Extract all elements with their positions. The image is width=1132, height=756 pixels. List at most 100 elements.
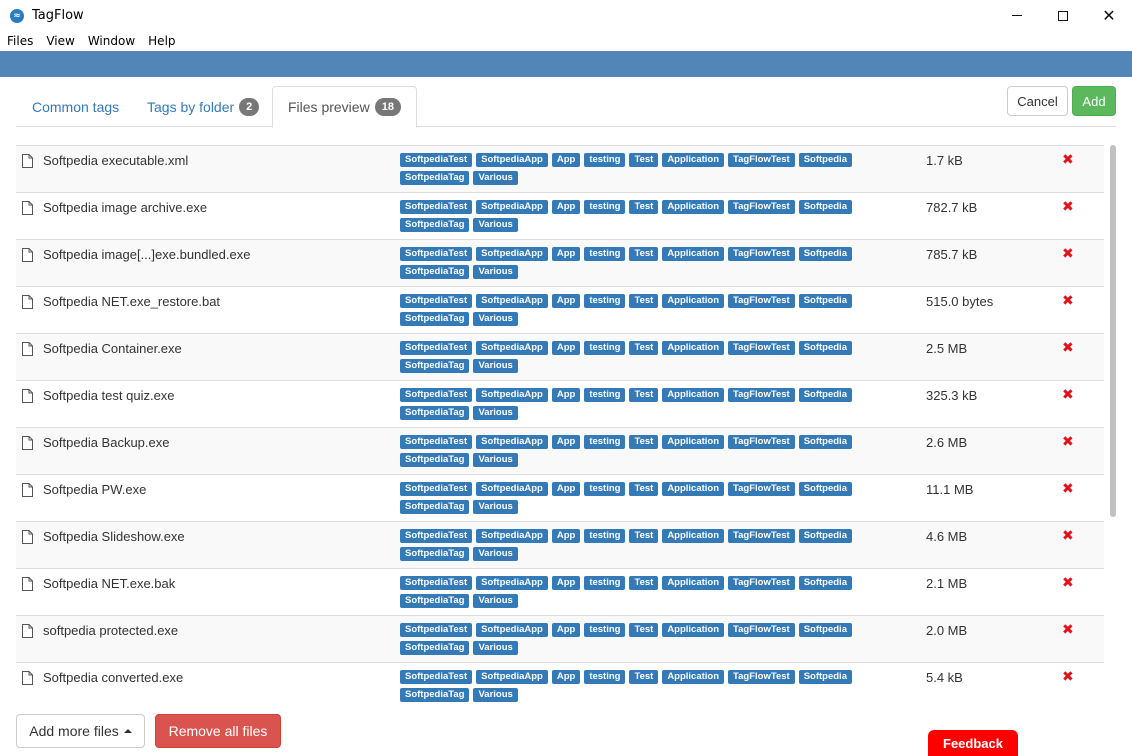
tag-label[interactable]: SoftpediaApp (476, 435, 548, 449)
scrollbar[interactable] (1108, 145, 1118, 705)
menu-files[interactable]: Files (7, 34, 33, 48)
tag-label[interactable]: Test (629, 247, 659, 261)
tag-label[interactable]: SoftpediaTag (400, 312, 470, 326)
tag-label[interactable]: SoftpediaTest (400, 153, 473, 167)
add-button[interactable]: Add (1072, 86, 1116, 116)
tag-label[interactable]: Test (629, 435, 659, 449)
tag-label[interactable]: testing (584, 294, 626, 308)
tag-label[interactable]: testing (584, 247, 626, 261)
tag-label[interactable]: App (551, 200, 581, 214)
tag-label[interactable]: Application (662, 341, 725, 355)
tag-label[interactable]: SoftpediaTest (400, 623, 473, 637)
tag-label[interactable]: testing (584, 623, 626, 637)
remove-file-icon[interactable]: ✖ (1062, 340, 1074, 356)
remove-file-icon[interactable]: ✖ (1062, 528, 1074, 544)
tag-label[interactable]: SoftpediaTest (400, 200, 473, 214)
tag-label[interactable]: Application (662, 294, 725, 308)
remove-file-icon[interactable]: ✖ (1062, 246, 1074, 262)
tag-label[interactable]: TagFlowTest (728, 294, 795, 308)
tag-label[interactable]: SoftpediaTag (400, 265, 470, 279)
tag-label[interactable]: Test (629, 529, 659, 543)
tag-label[interactable]: testing (584, 200, 626, 214)
tag-label[interactable]: App (551, 435, 581, 449)
remove-file-icon[interactable]: ✖ (1062, 387, 1074, 403)
tag-label[interactable]: Softpedia (798, 623, 852, 637)
tag-label[interactable]: App (551, 529, 581, 543)
tag-label[interactable]: SoftpediaTest (400, 294, 473, 308)
tag-label[interactable]: Softpedia (798, 247, 852, 261)
tag-label[interactable]: Test (629, 388, 659, 402)
remove-file-icon[interactable]: ✖ (1062, 199, 1074, 215)
menu-view[interactable]: View (46, 34, 74, 48)
tag-label[interactable]: SoftpediaApp (476, 200, 548, 214)
tag-label[interactable]: TagFlowTest (728, 153, 795, 167)
tag-label[interactable]: SoftpediaApp (476, 529, 548, 543)
tag-label[interactable]: Test (629, 153, 659, 167)
tag-label[interactable]: testing (584, 341, 626, 355)
tab-common-tags[interactable]: Common tags (17, 86, 134, 127)
tag-label[interactable]: Various (473, 312, 518, 326)
tag-label[interactable]: Softpedia (798, 435, 852, 449)
tag-label[interactable]: SoftpediaTag (400, 406, 470, 420)
tag-label[interactable]: Application (662, 200, 725, 214)
tag-label[interactable]: Application (662, 153, 725, 167)
tag-label[interactable]: SoftpediaTest (400, 529, 473, 543)
tag-label[interactable]: SoftpediaTest (400, 247, 473, 261)
tag-label[interactable]: App (551, 482, 581, 496)
tag-label[interactable]: Various (473, 547, 518, 561)
tag-label[interactable]: Application (662, 435, 725, 449)
tag-label[interactable]: Softpedia (798, 341, 852, 355)
cancel-button[interactable]: Cancel (1007, 86, 1068, 116)
tag-label[interactable]: Various (473, 265, 518, 279)
scrollbar-thumb[interactable] (1110, 145, 1116, 517)
tag-label[interactable]: Various (473, 453, 518, 467)
remove-file-icon[interactable]: ✖ (1062, 152, 1074, 168)
tag-label[interactable]: Various (473, 171, 518, 185)
tag-label[interactable]: Various (473, 594, 518, 608)
tag-label[interactable]: SoftpediaTag (400, 594, 470, 608)
tag-label[interactable]: SoftpediaTest (400, 435, 473, 449)
tag-label[interactable]: Softpedia (798, 294, 852, 308)
tag-label[interactable]: Various (473, 500, 518, 514)
tag-label[interactable]: Softpedia (798, 388, 852, 402)
tag-label[interactable]: TagFlowTest (728, 341, 795, 355)
tag-label[interactable]: Various (473, 688, 518, 702)
tag-label[interactable]: Application (662, 576, 725, 590)
tag-label[interactable]: SoftpediaTest (400, 341, 473, 355)
tag-label[interactable]: SoftpediaTest (400, 482, 473, 496)
tag-label[interactable]: SoftpediaTag (400, 500, 470, 514)
feedback-button[interactable]: Feedback (928, 730, 1018, 756)
remove-file-icon[interactable]: ✖ (1062, 434, 1074, 450)
tag-label[interactable]: Application (662, 529, 725, 543)
tag-label[interactable]: SoftpediaApp (476, 341, 548, 355)
remove-file-icon[interactable]: ✖ (1062, 293, 1074, 309)
tag-label[interactable]: Various (473, 218, 518, 232)
tag-label[interactable]: SoftpediaTag (400, 171, 470, 185)
tag-label[interactable]: SoftpediaApp (476, 482, 548, 496)
tag-label[interactable]: SoftpediaApp (476, 388, 548, 402)
tag-label[interactable]: Softpedia (798, 153, 852, 167)
add-more-files-button[interactable]: Add more files (16, 714, 145, 748)
tag-label[interactable]: Test (629, 670, 659, 684)
tag-label[interactable]: TagFlowTest (728, 435, 795, 449)
tag-label[interactable]: testing (584, 435, 626, 449)
tag-label[interactable]: App (551, 670, 581, 684)
tag-label[interactable]: Application (662, 388, 725, 402)
tab-files-preview[interactable]: Files preview 18 (272, 86, 417, 128)
tag-label[interactable]: testing (584, 153, 626, 167)
tag-label[interactable]: Test (629, 294, 659, 308)
tag-label[interactable]: SoftpediaApp (476, 576, 548, 590)
tag-label[interactable]: SoftpediaApp (476, 623, 548, 637)
tag-label[interactable]: SoftpediaTag (400, 218, 470, 232)
tag-label[interactable]: App (551, 576, 581, 590)
tag-label[interactable]: App (551, 294, 581, 308)
tag-label[interactable]: Softpedia (798, 482, 852, 496)
tag-label[interactable]: TagFlowTest (728, 529, 795, 543)
menu-help[interactable]: Help (148, 34, 175, 48)
tag-label[interactable]: testing (584, 670, 626, 684)
tag-label[interactable]: Test (629, 200, 659, 214)
tag-label[interactable]: Softpedia (798, 200, 852, 214)
tag-label[interactable]: testing (584, 388, 626, 402)
tag-label[interactable]: SoftpediaTest (400, 670, 473, 684)
maximize-button[interactable] (1040, 0, 1086, 31)
